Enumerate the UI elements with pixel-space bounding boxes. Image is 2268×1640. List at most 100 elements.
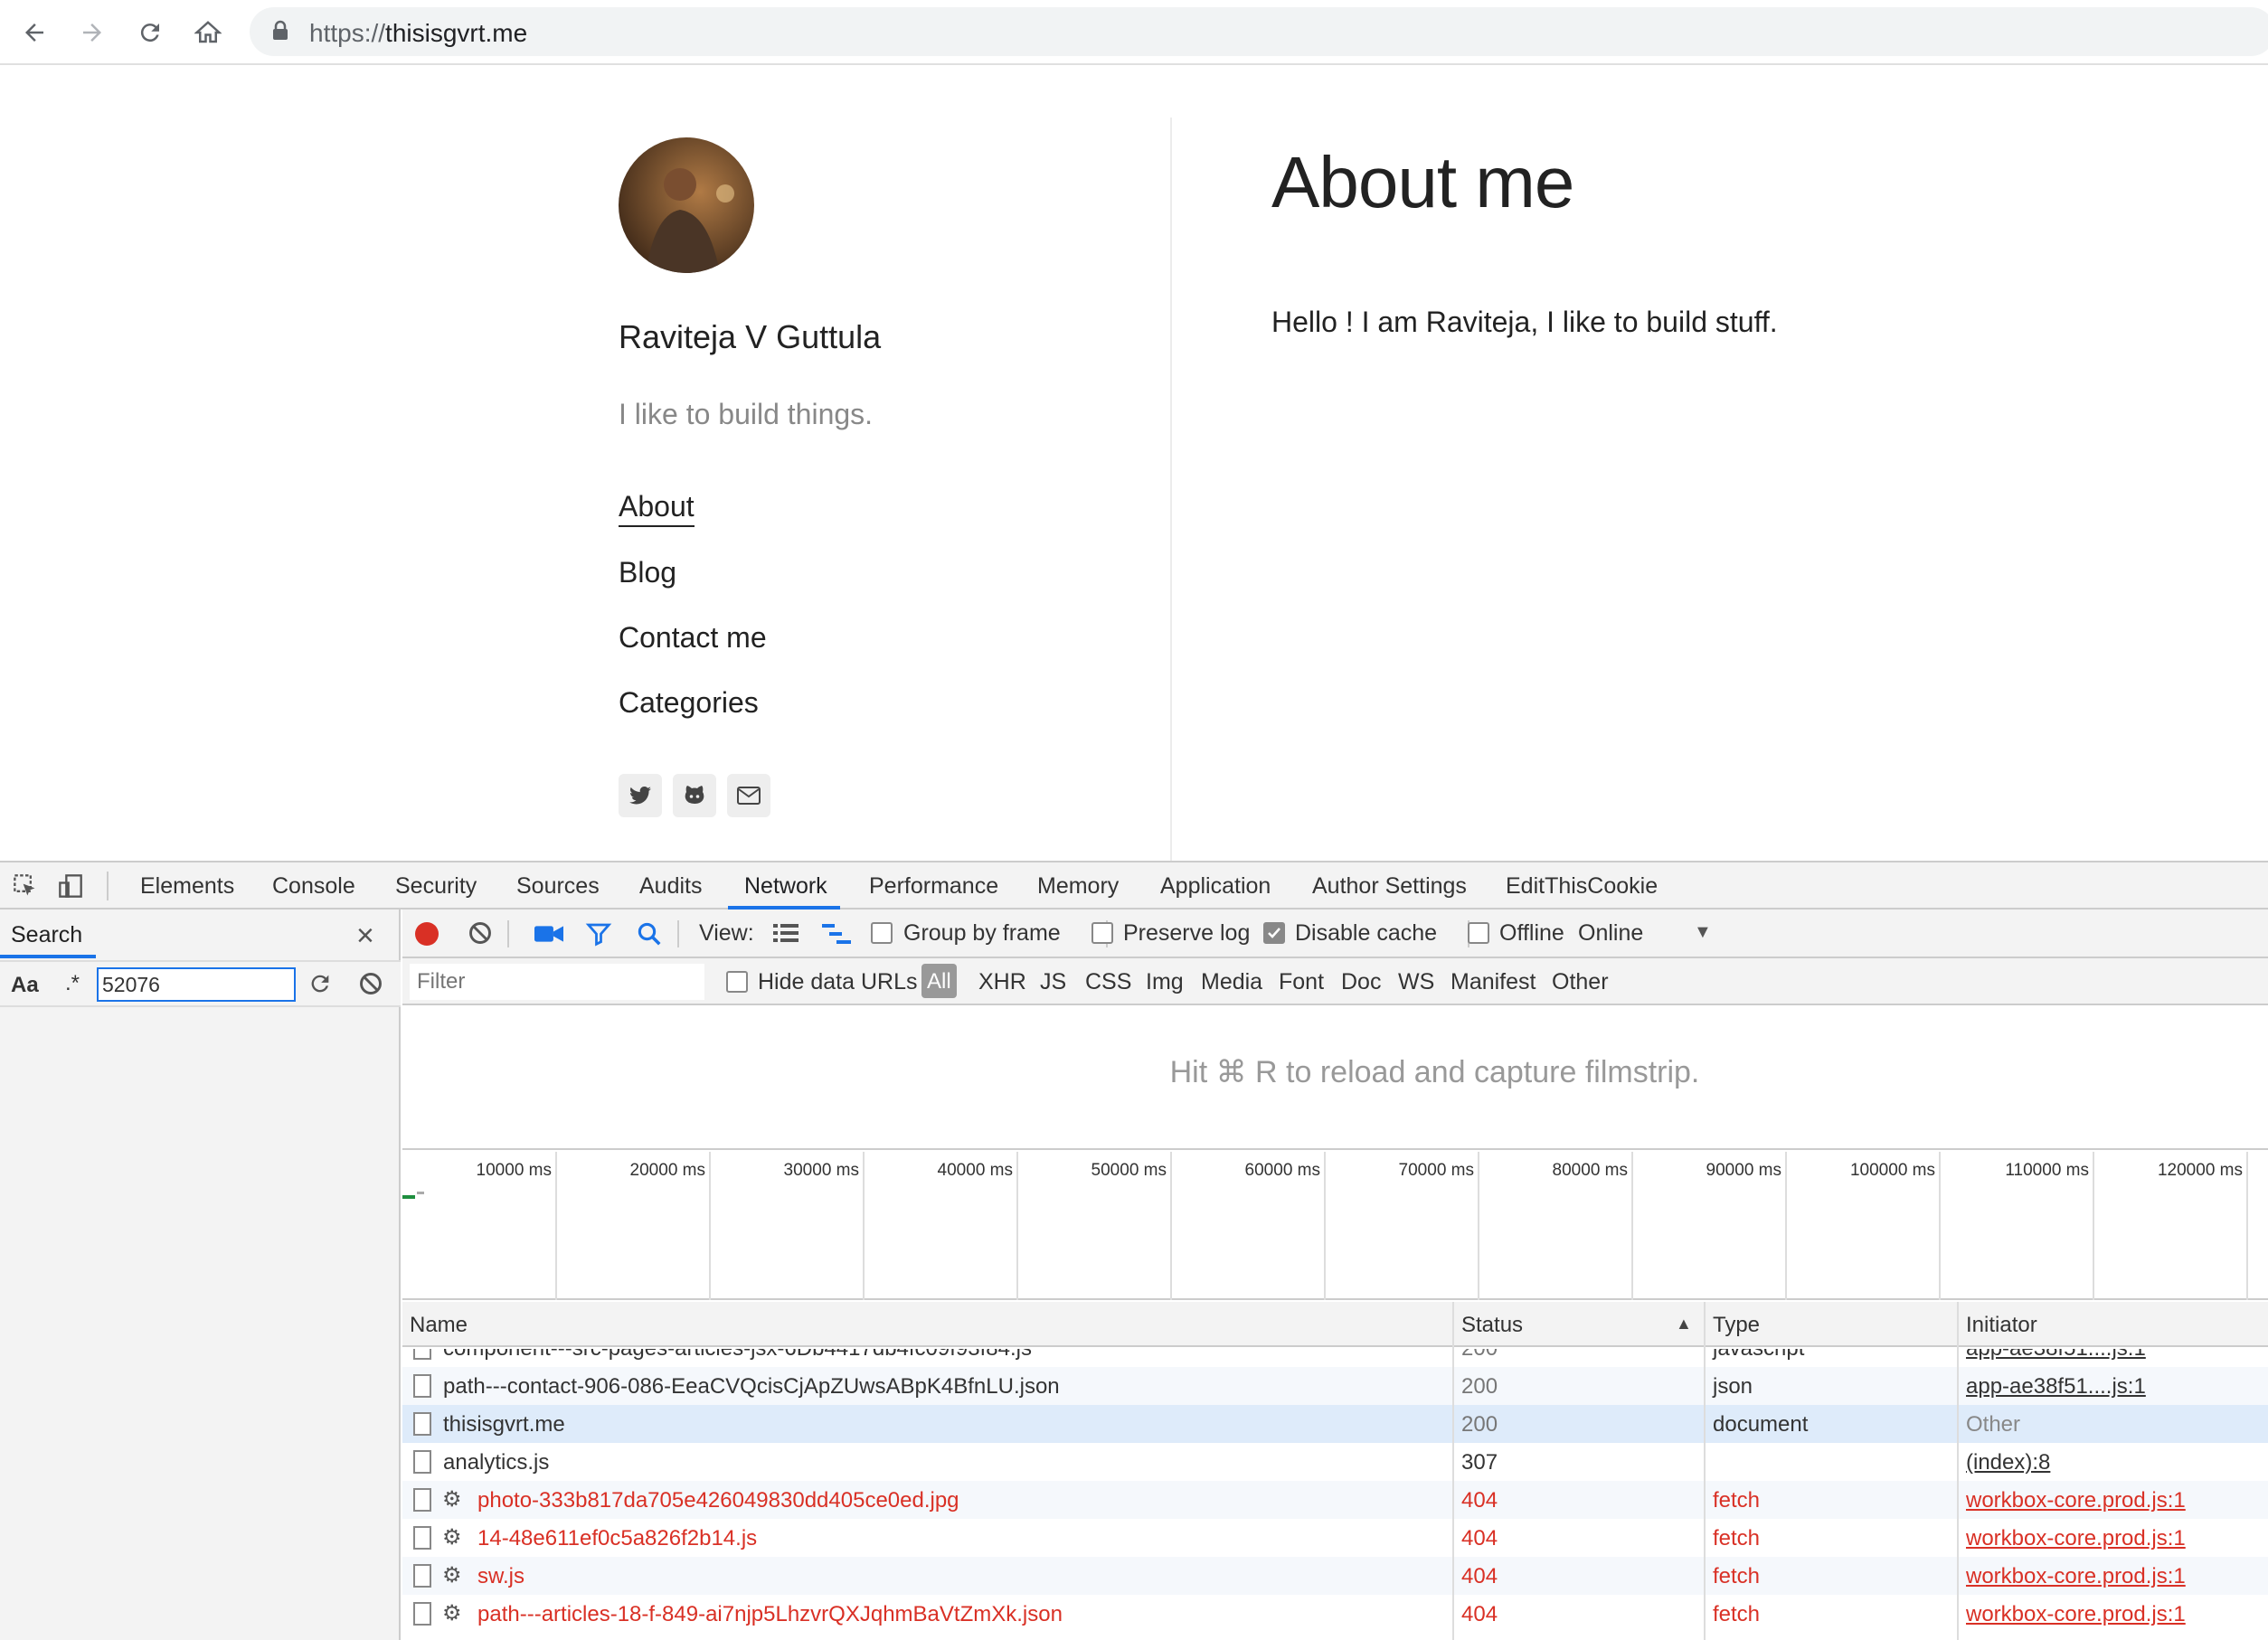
file-icon <box>413 1602 431 1626</box>
search-icon[interactable] <box>636 920 663 952</box>
group-by-frame-label: Group by frame <box>903 920 1061 946</box>
browser-toolbar: https://thisisgvrt.me <box>0 0 2268 65</box>
hide-data-urls-label: Hide data URLs <box>758 969 918 994</box>
tab-audits[interactable]: Audits <box>639 873 702 900</box>
table-row[interactable]: ⚙ sw.js 404 fetch workbox-core.prod.js:1 <box>402 1557 2268 1595</box>
type-filter-font[interactable]: Font <box>1279 969 1324 995</box>
search-input[interactable] <box>97 967 296 1002</box>
timeline-tick: 80000 ms <box>1552 1161 1628 1180</box>
table-row[interactable]: thisisgvrt.me 200 document Other <box>402 1405 2268 1443</box>
address-bar[interactable]: https://thisisgvrt.me <box>250 7 2268 56</box>
table-row[interactable]: component---src-pages-articles-jsx-6Db44… <box>402 1349 2268 1367</box>
device-toolbar-icon[interactable] <box>58 873 83 903</box>
filter-icon[interactable] <box>585 920 612 952</box>
preserve-log-checkbox[interactable] <box>1091 922 1113 944</box>
type-filter-manifest[interactable]: Manifest <box>1451 969 1536 995</box>
type-filter-doc[interactable]: Doc <box>1341 969 1381 995</box>
video-camera-icon[interactable] <box>534 922 563 950</box>
page-content: Hello ! I am Raviteja, I like to build s… <box>1271 306 1778 338</box>
github-icon[interactable] <box>673 774 716 817</box>
inspect-element-icon[interactable] <box>13 873 38 903</box>
back-icon[interactable] <box>14 13 54 52</box>
timeline-tick: 40000 ms <box>937 1161 1013 1180</box>
type-filter-media[interactable]: Media <box>1201 969 1262 995</box>
menu-item-about[interactable]: About <box>619 490 695 527</box>
page-title: About me <box>1271 142 1574 222</box>
disable-cache-label: Disable cache <box>1295 920 1438 946</box>
offline-checkbox[interactable] <box>1468 922 1489 944</box>
tab-performance[interactable]: Performance <box>869 873 998 900</box>
lock-icon <box>271 20 289 46</box>
type-filter-ws[interactable]: WS <box>1398 969 1434 995</box>
file-icon <box>413 1374 431 1398</box>
regex-button[interactable]: .* <box>65 971 80 996</box>
file-icon <box>413 1526 431 1550</box>
preserve-log-label: Preserve log <box>1123 920 1251 946</box>
type-filter-img[interactable]: Img <box>1146 969 1184 995</box>
table-row[interactable]: ⚙ path---articles-18-f-849-ai7njp5LhzvrQ… <box>402 1595 2268 1633</box>
home-icon[interactable] <box>188 13 228 52</box>
hide-data-urls-checkbox[interactable] <box>726 971 748 993</box>
gear-icon: ⚙ <box>442 1563 462 1588</box>
table-row[interactable]: path---contact-906-086-EeaCVQcisCjApZUws… <box>402 1367 2268 1405</box>
gear-icon: ⚙ <box>442 1601 462 1626</box>
timeline-bar <box>402 1195 415 1199</box>
type-filter-css[interactable]: CSS <box>1085 969 1131 995</box>
twitter-icon[interactable] <box>619 774 662 817</box>
waterfall-icon[interactable] <box>822 922 851 950</box>
timeline-tick: 30000 ms <box>783 1161 859 1180</box>
type-filter-other[interactable]: Other <box>1552 969 1609 995</box>
tab-memory[interactable]: Memory <box>1037 873 1119 900</box>
file-icon <box>413 1450 431 1474</box>
group-by-frame-checkbox[interactable] <box>871 922 893 944</box>
timeline-tick: 70000 ms <box>1398 1161 1474 1180</box>
disable-cache-checkbox[interactable] <box>1263 922 1285 944</box>
large-rows-icon[interactable] <box>773 922 799 948</box>
tab-console[interactable]: Console <box>272 873 355 900</box>
file-icon <box>413 1488 431 1512</box>
column-type[interactable]: Type <box>1713 1313 1760 1338</box>
reload-icon[interactable] <box>130 13 170 52</box>
type-filter-xhr[interactable]: XHR <box>978 969 1026 995</box>
tab-application[interactable]: Application <box>1160 873 1271 900</box>
match-case-button[interactable]: Aa <box>11 973 39 998</box>
filmstrip-area: Hit ⌘ R to reload and capture filmstrip. <box>402 1005 2268 1150</box>
menu-item-categories[interactable]: Categories <box>619 686 759 720</box>
timeline-overview: 10000 ms 20000 ms 30000 ms 40000 ms 5000… <box>402 1152 2268 1300</box>
tab-elements[interactable]: Elements <box>140 873 234 900</box>
filter-input[interactable] <box>410 964 704 1000</box>
tab-author-settings[interactable]: Author Settings <box>1312 873 1467 900</box>
table-row[interactable]: analytics.js 307 (index):8 <box>402 1443 2268 1481</box>
tab-security[interactable]: Security <box>395 873 477 900</box>
column-status[interactable]: Status <box>1461 1313 1523 1338</box>
gear-icon: ⚙ <box>442 1487 462 1512</box>
tab-sources[interactable]: Sources <box>516 873 600 900</box>
type-filter-all[interactable]: All <box>921 964 957 998</box>
type-filter-js[interactable]: JS <box>1040 969 1066 995</box>
forward-icon[interactable] <box>72 13 112 52</box>
email-icon[interactable] <box>727 774 770 817</box>
file-icon <box>413 1349 431 1360</box>
search-drawer: Search × Aa .* <box>0 910 401 1640</box>
table-row[interactable]: ⚙ 14-48e611ef0c5a826f2b14.js 404 fetch w… <box>402 1519 2268 1557</box>
avatar <box>619 137 754 273</box>
timeline-tick: 120000 ms <box>2157 1161 2243 1180</box>
refresh-icon[interactable] <box>307 971 333 1001</box>
tab-network[interactable]: Network <box>744 873 827 900</box>
timeline-tick: 90000 ms <box>1706 1161 1781 1180</box>
chevron-down-icon[interactable]: ▼ <box>1694 922 1712 943</box>
record-icon[interactable] <box>415 922 439 946</box>
author-name: Raviteja V Guttula <box>619 318 882 355</box>
column-initiator[interactable]: Initiator <box>1966 1313 2037 1338</box>
menu-item-blog[interactable]: Blog <box>619 556 676 589</box>
view-label: View: <box>699 920 754 946</box>
tab-editthiscookie[interactable]: EditThisCookie <box>1506 873 1658 900</box>
table-row[interactable]: ⚙ photo-333b817da705e426049830dd405ce0ed… <box>402 1481 2268 1519</box>
throttling-select[interactable]: Online <box>1578 920 1643 947</box>
sort-ascending-icon: ▲ <box>1676 1315 1692 1333</box>
close-icon[interactable]: × <box>356 919 374 954</box>
clear-log-icon[interactable] <box>468 920 493 950</box>
menu-item-contact[interactable]: Contact me <box>619 621 767 655</box>
clear-icon[interactable] <box>358 971 383 1001</box>
column-name[interactable]: Name <box>410 1313 468 1338</box>
